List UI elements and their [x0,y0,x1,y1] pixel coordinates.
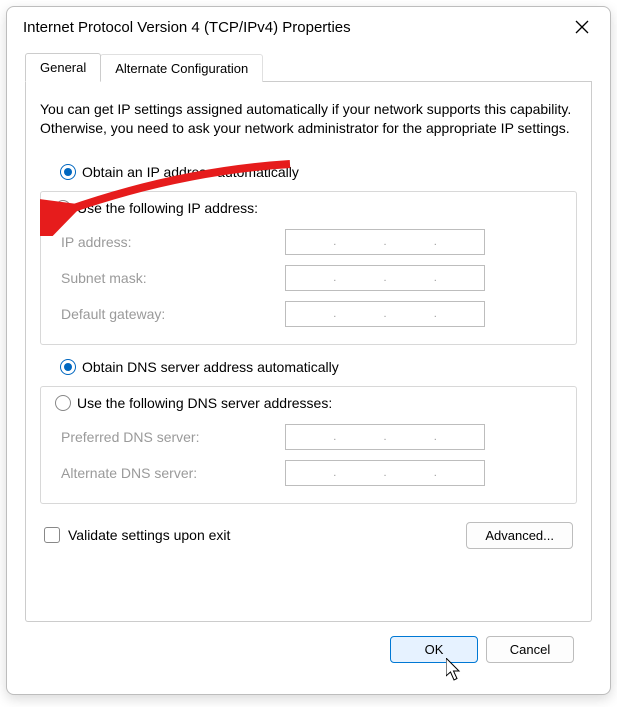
field-label: Subnet mask: [55,270,285,286]
field-alternate-dns: Alternate DNS server: ... [55,455,562,491]
radio-label: Use the following DNS server addresses: [77,395,332,411]
radio-icon [55,200,71,216]
preferred-dns-input[interactable]: ... [285,424,485,450]
checkbox-label: Validate settings upon exit [68,527,230,543]
radio-label: Obtain DNS server address automatically [82,359,339,375]
default-gateway-input[interactable]: ... [285,301,485,327]
field-label: Default gateway: [55,306,285,322]
radio-icon [60,359,76,375]
properties-dialog: Internet Protocol Version 4 (TCP/IPv4) P… [6,6,611,695]
radio-icon [60,164,76,180]
radio-label: Obtain an IP address automatically [82,164,299,180]
dns-server-group: Use the following DNS server addresses: … [40,386,577,504]
field-label: IP address: [55,234,285,250]
tab-panel-general: You can get IP settings assigned automat… [25,82,592,622]
ip-address-input[interactable]: ... [285,229,485,255]
radio-icon [55,395,71,411]
field-ip-address: IP address: ... [55,224,562,260]
tab-alternate-configuration[interactable]: Alternate Configuration [100,54,263,82]
close-button[interactable] [566,11,598,43]
field-default-gateway: Default gateway: ... [55,296,562,332]
ok-button[interactable]: OK [390,636,478,663]
content-area: General Alternate Configuration You can … [7,47,610,677]
advanced-button[interactable]: Advanced... [466,522,573,549]
radio-use-following-ip[interactable]: Use the following IP address: [55,200,262,218]
validate-settings-checkbox[interactable]: Validate settings upon exit [44,527,230,543]
bottom-row: Validate settings upon exit Advanced... [40,522,577,549]
field-label: Preferred DNS server: [55,429,285,445]
radio-obtain-ip-auto[interactable]: Obtain an IP address automatically [56,164,303,180]
dialog-footer: OK Cancel [25,622,592,663]
radio-use-following-dns[interactable]: Use the following DNS server addresses: [55,395,336,413]
field-subnet-mask: Subnet mask: ... [55,260,562,296]
cancel-button[interactable]: Cancel [486,636,574,663]
radio-obtain-dns-auto[interactable]: Obtain DNS server address automatically [56,359,343,375]
checkbox-icon [44,527,60,543]
description-text: You can get IP settings assigned automat… [40,100,577,138]
ip-address-group: Use the following IP address: IP address… [40,191,577,345]
radio-label: Use the following IP address: [77,200,258,216]
tab-general[interactable]: General [25,53,101,82]
subnet-mask-input[interactable]: ... [285,265,485,291]
alternate-dns-input[interactable]: ... [285,460,485,486]
window-title: Internet Protocol Version 4 (TCP/IPv4) P… [23,19,566,36]
titlebar: Internet Protocol Version 4 (TCP/IPv4) P… [7,7,610,47]
field-preferred-dns: Preferred DNS server: ... [55,419,562,455]
close-icon [575,20,589,34]
field-label: Alternate DNS server: [55,465,285,481]
tab-strip: General Alternate Configuration [25,53,592,82]
